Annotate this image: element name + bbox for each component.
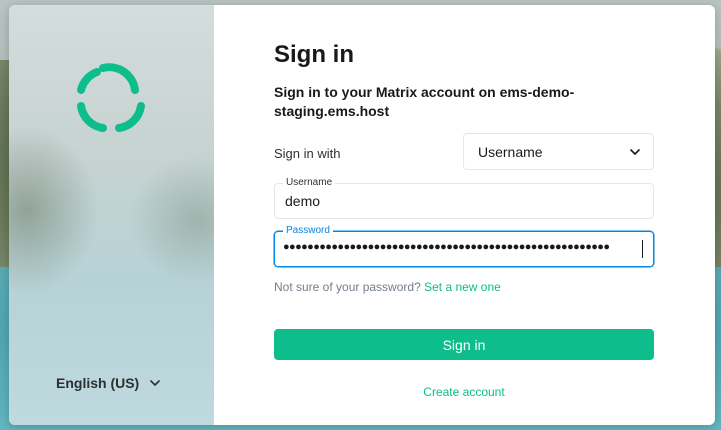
text-caret <box>642 240 643 258</box>
page-subtitle: Sign in to your Matrix account on ems-de… <box>274 84 575 119</box>
password-field[interactable]: Password ●●●●●●●●●●●●●●●●●●●●●●●●●●●●●●●… <box>274 225 654 267</box>
signin-with-label: Sign in with <box>274 146 341 161</box>
set-new-password-link[interactable]: Set a new one <box>424 280 501 294</box>
sidebar-shade-left <box>9 125 99 295</box>
dialog-sidebar: English (US) <box>9 5 214 425</box>
login-form: Sign in Sign in to your Matrix account o… <box>274 5 654 425</box>
language-selector[interactable]: English (US) <box>56 375 161 391</box>
password-masked-value: ●●●●●●●●●●●●●●●●●●●●●●●●●●●●●●●●●●●●●●●●… <box>283 241 610 253</box>
signin-method-value: Username <box>478 143 543 160</box>
sign-in-button[interactable]: Sign in <box>274 329 654 360</box>
page-title: Sign in <box>274 41 354 68</box>
username-label: Username <box>283 177 336 189</box>
element-logo-icon <box>73 60 149 136</box>
forgot-password-row: Not sure of your password? Set a new one <box>274 280 501 294</box>
forgot-password-text: Not sure of your password? <box>274 280 421 294</box>
create-account-link[interactable]: Create account <box>274 385 654 399</box>
language-label: English (US) <box>56 375 140 391</box>
chevron-down-icon <box>630 148 640 155</box>
password-label: Password <box>283 225 333 237</box>
chevron-down-icon <box>150 380 161 386</box>
username-field[interactable]: Username demo <box>274 177 654 219</box>
signin-method-select[interactable]: Username <box>463 133 654 170</box>
sidebar-shade-right <box>129 155 214 285</box>
username-value: demo <box>285 193 321 209</box>
login-dialog: English (US) Sign in Sign in to your Mat… <box>9 5 715 425</box>
